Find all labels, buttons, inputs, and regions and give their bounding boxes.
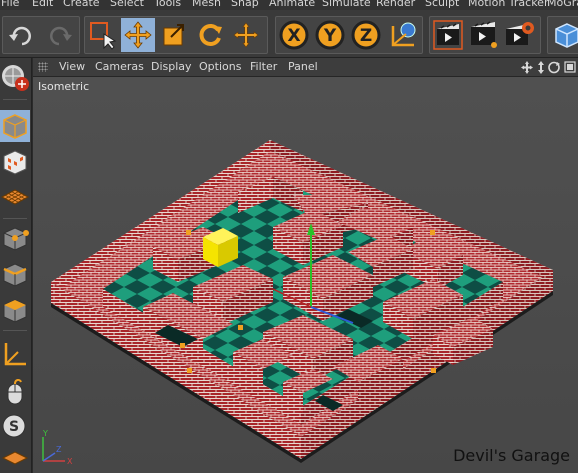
rotate-view-icon[interactable]	[548, 61, 560, 74]
render-settings-icon	[506, 22, 534, 45]
cube-object-icon	[555, 23, 578, 48]
menu-animate[interactable]: Animate	[269, 0, 315, 10]
world-axis-icon: Y X Z	[42, 429, 73, 466]
y-axis-label: Y	[323, 26, 337, 46]
polygons-mode-icon	[3, 299, 27, 323]
svg-text:S: S	[9, 419, 19, 435]
main-toolbar: X Y Z	[0, 10, 578, 58]
points-mode-icon	[3, 227, 29, 251]
x-axis-lock-icon: X	[279, 20, 309, 50]
viewport-menu-bar: View Cameras Display Options Filter Pane…	[33, 58, 578, 77]
rotate-icon	[199, 24, 222, 46]
pan-icon[interactable]	[521, 61, 533, 74]
workplane-lock-button[interactable]	[0, 442, 30, 473]
palette-separator	[3, 330, 27, 331]
recent-tools-button[interactable]	[229, 18, 263, 52]
viewport-menu-view[interactable]: View	[59, 60, 85, 74]
edges-mode-icon	[3, 263, 27, 287]
menu-select[interactable]: Select	[110, 0, 144, 10]
menu-render[interactable]: Render	[376, 0, 415, 10]
viewport-menu-filter[interactable]: Filter	[250, 60, 277, 74]
move-icon	[124, 21, 152, 49]
viewport-menu-panel[interactable]: Panel	[288, 60, 318, 74]
snapping-icon: S	[2, 414, 26, 438]
move-button[interactable]	[121, 18, 155, 52]
recent-tools-icon	[233, 22, 259, 48]
axis-y-label: Y	[42, 429, 48, 438]
undo-button[interactable]	[5, 18, 39, 52]
viewport-menu-cameras[interactable]: Cameras	[95, 60, 144, 74]
model-mode-icon	[3, 114, 27, 139]
viewport-menu-display[interactable]: Display	[151, 60, 192, 74]
make-editable-button[interactable]	[0, 62, 30, 94]
coordinate-system-button[interactable]	[386, 18, 420, 52]
palette-separator	[3, 99, 27, 100]
x-axis-lock-button[interactable]: X	[277, 18, 311, 52]
z-axis-lock-icon: Z	[351, 20, 381, 50]
menu-tools[interactable]: Tools	[154, 0, 181, 10]
menu-create[interactable]: Create	[63, 0, 100, 10]
zoom-icon[interactable]	[538, 61, 544, 74]
edges-mode-button[interactable]	[0, 258, 30, 290]
camera-label: Isometric	[38, 80, 90, 93]
render-to-picture-viewer-icon	[471, 21, 497, 48]
model-mode-button[interactable]	[0, 110, 30, 142]
scale-icon	[163, 24, 184, 46]
menu-motion-tracker[interactable]: Motion Tracker	[468, 0, 548, 10]
menu-simulate[interactable]: Simulate	[322, 0, 371, 10]
render-to-picture-viewer-button[interactable]	[467, 18, 501, 52]
points-mode-button[interactable]	[0, 222, 30, 254]
coordinate-system-icon	[391, 22, 416, 47]
cube-object-button[interactable]	[550, 18, 578, 52]
menu-bar: File Edit Create Select Tools Mesh Snap …	[0, 0, 578, 10]
redo-button[interactable]	[42, 18, 76, 52]
workplane-lock-icon	[1, 451, 29, 465]
menu-file[interactable]: File	[1, 0, 19, 10]
maze-scene[interactable]	[33, 77, 578, 473]
palette-separator	[3, 218, 27, 219]
snapping-button[interactable]: S	[0, 410, 30, 442]
menu-edit[interactable]: Edit	[32, 0, 53, 10]
maximize-view-icon[interactable]	[564, 61, 576, 73]
y-axis-lock-button[interactable]: Y	[313, 18, 347, 52]
menu-mesh[interactable]: Mesh	[192, 0, 221, 10]
menu-snap[interactable]: Snap	[231, 0, 259, 10]
viewport-menu-options[interactable]: Options	[199, 60, 241, 74]
menu-sculpt[interactable]: Sculpt	[425, 0, 459, 10]
workplane-mode-button[interactable]	[0, 182, 30, 214]
menu-mograph[interactable]: MoGraph	[547, 0, 578, 10]
texture-mode-icon	[3, 150, 27, 175]
y-axis-lock-icon: Y	[315, 20, 345, 50]
axis-mode-button[interactable]	[0, 338, 30, 370]
axis-mode-icon	[4, 343, 26, 366]
live-selection-icon	[90, 22, 117, 50]
workplane-mode-icon	[0, 189, 30, 205]
live-selection-button[interactable]	[86, 18, 120, 52]
rotate-button[interactable]	[193, 18, 227, 52]
tweak-mode-icon	[7, 378, 23, 405]
axis-z-label: Z	[56, 445, 62, 454]
render-view-button[interactable]	[431, 18, 465, 52]
viewport-nav-icons	[521, 61, 576, 74]
3d-viewport[interactable]: Isometric Y X Z Devil's Garage	[33, 77, 578, 473]
panel-grip-icon[interactable]	[38, 62, 48, 72]
redo-icon	[50, 26, 72, 46]
z-axis-lock-button[interactable]: Z	[349, 18, 383, 52]
mode-palette: S	[0, 58, 32, 473]
axis-x-label: X	[67, 457, 73, 466]
make-editable-icon	[2, 65, 29, 91]
watermark-text: Devil's Garage	[453, 446, 570, 465]
x-axis-label: X	[287, 26, 300, 46]
render-view-icon	[433, 20, 463, 50]
polygons-mode-button[interactable]	[0, 294, 30, 326]
render-settings-button[interactable]	[503, 18, 537, 52]
tweak-mode-button[interactable]	[0, 376, 30, 408]
z-axis-label: Z	[360, 26, 372, 46]
scale-button[interactable]	[157, 18, 191, 52]
texture-mode-button[interactable]	[0, 146, 30, 178]
undo-icon	[9, 26, 31, 46]
